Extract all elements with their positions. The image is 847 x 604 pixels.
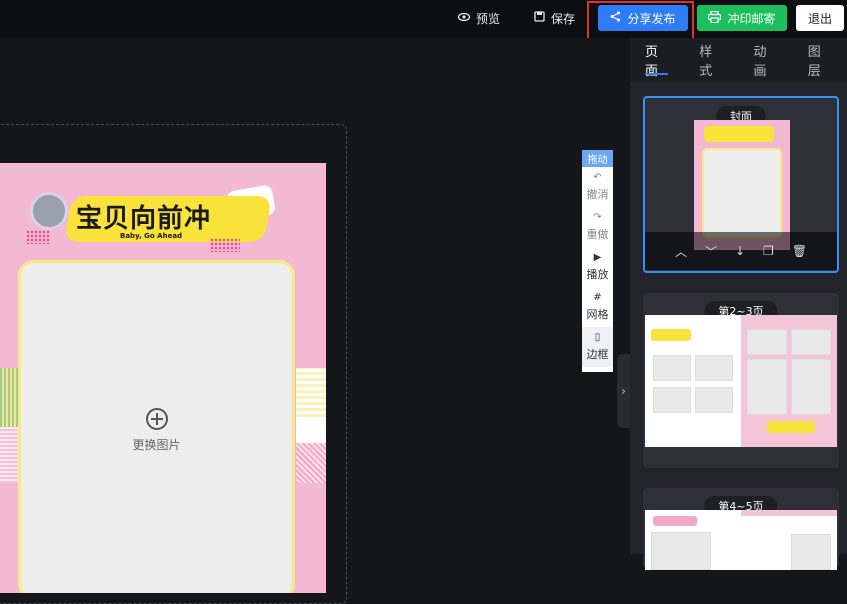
preview-button[interactable]: 预览: [457, 5, 501, 31]
move-down-icon[interactable]: ﹀: [705, 243, 717, 260]
save-label: 保存: [551, 11, 576, 26]
thumbnail-preview: [694, 120, 790, 250]
chevron-right-icon: ›: [621, 384, 626, 398]
page-thumbnail-cover[interactable]: 封面 ︿ ﹀ ↓ ❐ 🗑: [643, 96, 839, 273]
share-publish-button[interactable]: 分享发布: [598, 5, 688, 31]
mini-photo-slot: [695, 387, 733, 413]
undo-button[interactable]: ↶ 撤消: [582, 167, 613, 207]
thumbnail-photo-slot: [702, 148, 782, 238]
cover-page-canvas[interactable]: 宝贝向前冲 Baby, Go Ahead 更换图片: [0, 163, 326, 593]
mini-photo-slot: [651, 532, 711, 570]
print-mail-button[interactable]: 冲印邮寄: [697, 5, 787, 31]
left-page: [645, 315, 741, 447]
top-toolbar: 预览 保存 分享发布 冲印邮寄 退出: [0, 0, 847, 40]
frame-icon: ▯: [594, 332, 601, 343]
decor-stripe: [0, 427, 18, 483]
mini-photo-slot: [791, 534, 831, 570]
mini-photo-slot: [695, 355, 733, 381]
drag-handle[interactable]: 拖动: [582, 150, 613, 167]
page-thumbnail-2-3[interactable]: 第2~3页: [643, 293, 839, 468]
tab-styles[interactable]: 样式: [699, 38, 722, 82]
right-page: [741, 315, 837, 447]
mini-photo-slot: [653, 387, 691, 413]
redo-button[interactable]: ↷ 重做: [582, 207, 613, 247]
exit-button[interactable]: 退出: [796, 5, 844, 31]
panel-tabs: 页面 样式 动画 图层: [630, 38, 847, 82]
collapse-panel-button[interactable]: ›: [617, 354, 630, 428]
tab-layers[interactable]: 图层: [808, 38, 831, 82]
share-icon: [610, 11, 621, 25]
mini-photo-slot: [791, 359, 831, 415]
mini-photo-slot: [653, 355, 691, 381]
frame-label: 边框: [586, 348, 609, 361]
photo-placeholder[interactable]: 更换图片: [18, 260, 295, 593]
undo-icon: ↶: [593, 172, 602, 183]
mini-photo-slot: [747, 329, 787, 355]
print-label: 冲印邮寄: [727, 11, 776, 26]
dots-decor: [26, 230, 50, 244]
printer-icon: [708, 10, 722, 26]
decor-stripe: [296, 418, 326, 443]
drag-label: 拖动: [587, 155, 608, 166]
page-thumbnail-4-5[interactable]: 第4~5页: [643, 488, 839, 570]
mini-title: [651, 329, 691, 341]
mini-photo-slot: [791, 329, 831, 355]
copy-icon[interactable]: ❐: [763, 244, 774, 258]
download-icon[interactable]: ↓: [735, 244, 745, 258]
share-label: 分享发布: [627, 11, 676, 26]
play-button[interactable]: ▶ 播放: [582, 247, 613, 287]
tab-pages[interactable]: 页面: [645, 38, 669, 82]
mini-photo-slot: [747, 359, 787, 415]
baby-badge-icon: [30, 192, 68, 230]
mini-title: [767, 421, 815, 433]
add-circle-icon: [145, 407, 168, 430]
thumbnail-preview: [645, 315, 837, 447]
move-up-icon[interactable]: ︿: [675, 243, 687, 260]
thumbnail-preview: [645, 510, 837, 570]
undo-label: 撤消: [586, 188, 609, 201]
frame-button[interactable]: ▯ 边框: [582, 327, 613, 367]
play-icon: ▶: [593, 252, 602, 263]
preview-label: 预览: [476, 11, 501, 26]
right-page: [741, 510, 837, 570]
eye-icon: [457, 11, 471, 25]
grid-icon: #: [593, 292, 602, 303]
title-logo[interactable]: 宝贝向前冲 Baby, Go Ahead: [26, 184, 278, 252]
right-panel: 页面 样式 动画 图层 封面 ︿ ﹀ ↓ ❐ 🗑 第2~3页 第4~5页: [630, 38, 847, 570]
canvas-area: 宝贝向前冲 Baby, Go Ahead 更换图片: [0, 38, 630, 604]
dots-decor: [210, 238, 240, 252]
play-label: 播放: [586, 268, 609, 281]
redo-icon: ↷: [593, 212, 602, 223]
logo-subtitle: Baby, Go Ahead: [120, 232, 183, 240]
redo-label: 重做: [586, 228, 609, 241]
exit-label: 退出: [807, 11, 832, 26]
save-icon: [534, 11, 545, 25]
tab-animation[interactable]: 动画: [754, 38, 777, 82]
thumbnail-actions: ︿ ﹀ ↓ ❐ 🗑: [645, 232, 837, 270]
grid-label: 网格: [586, 308, 609, 321]
save-button[interactable]: 保存: [534, 5, 575, 31]
replace-image-label: 更换图片: [132, 437, 181, 452]
decor-stripe: [296, 443, 326, 483]
side-toolbar: 拖动 ↶ 撤消 ↷ 重做 ▶ 播放 # 网格 ▯ 边框: [582, 150, 613, 372]
delete-icon[interactable]: 🗑: [792, 244, 807, 258]
mini-title: [653, 516, 697, 526]
thumbnail-logo: [704, 126, 774, 142]
left-page: [645, 510, 741, 570]
grid-button[interactable]: # 网格: [582, 287, 613, 327]
logo-title: 宝贝向前冲: [76, 204, 212, 234]
